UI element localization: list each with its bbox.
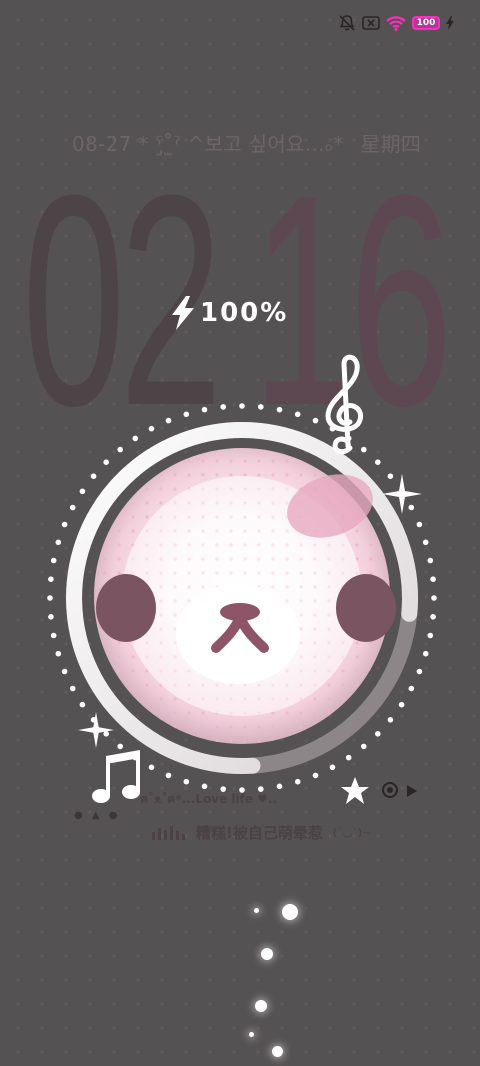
ring-dot (312, 772, 319, 779)
ring-dot (431, 595, 437, 601)
charging-bolt-icon (172, 296, 194, 330)
sparkle-icon (382, 474, 422, 514)
treble-clef-icon (325, 354, 364, 455)
ring-dot (47, 595, 53, 601)
battery-icon: 100 (412, 16, 440, 30)
mute-bell-icon (339, 15, 355, 31)
song-line: 糟糕!被自己萌晕惹 (´◡`)~ (152, 822, 371, 843)
ring-dot (183, 778, 190, 785)
play-icon[interactable] (406, 784, 418, 798)
ring-dot (312, 417, 319, 424)
date-line: 08-27 * ˁ̡˚̫ˀ ^보고 싶어요...ₒ* 星期四 (72, 128, 421, 157)
bubble (249, 1032, 254, 1037)
bubble (255, 1000, 267, 1012)
bubble (254, 908, 259, 913)
ring-dot (427, 632, 434, 639)
battery-level: 100 (416, 18, 436, 28)
ring-dot (294, 411, 301, 418)
ring-dot (79, 488, 86, 495)
weekday-text: 星期四 (360, 132, 422, 156)
decor-text: * ˁ̡˚̫ˀ ^보고 싶어요...ₒ* (138, 132, 344, 156)
ring-dot (132, 435, 139, 442)
ring-dot (117, 446, 123, 453)
ring-dot (430, 614, 436, 620)
ring-dot (201, 783, 208, 790)
song-artist: (´◡`)~ (332, 826, 372, 839)
ring-dot (61, 668, 68, 675)
bubble (282, 904, 298, 920)
ring-dot (416, 668, 423, 675)
ring-dot (165, 772, 172, 779)
ring-dot (398, 701, 405, 708)
ring-dot (55, 650, 62, 657)
bear-face-icon (94, 448, 396, 744)
bubble (261, 948, 273, 960)
ring-dot (48, 576, 54, 582)
ring-dot (276, 406, 283, 413)
charge-indicator: 100% (172, 296, 288, 330)
ring-dot (276, 783, 283, 790)
ring-dot (148, 425, 155, 432)
bubble (272, 1046, 283, 1057)
date-text: 08-27 (72, 132, 132, 156)
wifi-icon (386, 16, 406, 31)
target-icon[interactable] (380, 780, 400, 800)
ring-dot (220, 404, 226, 410)
ring-dot (103, 459, 109, 465)
ring-dot (430, 576, 436, 582)
ring-dot (50, 557, 57, 564)
ring-dot (416, 521, 423, 528)
charge-percent: 100% (200, 298, 289, 328)
status-bar: 100 (338, 12, 454, 34)
sparkle-icon (78, 712, 114, 748)
ring-dot (61, 521, 68, 528)
lyric-line: ฅ˚ᴥ˚ฅ*...Love life ♥.. (140, 792, 278, 806)
ring-dot (329, 764, 336, 771)
ring-dot (422, 650, 429, 657)
ring-dot (79, 701, 86, 708)
sim-off-icon (362, 16, 380, 30)
ring-dot (258, 404, 264, 410)
ring-dot (148, 764, 155, 771)
ring-dot (375, 731, 381, 737)
widget-dots: ● ▲ ● (74, 810, 121, 821)
equalizer-icon (152, 825, 185, 840)
ring-dot (69, 685, 76, 692)
ring-dot (408, 685, 415, 692)
ring-dot (361, 743, 367, 750)
ring-dot (422, 539, 429, 546)
ring-dot (239, 403, 245, 409)
ring-dot (183, 411, 190, 418)
ring-dot (201, 406, 208, 413)
ring-dot (165, 417, 172, 424)
ring-dot (90, 473, 97, 479)
ring-dot (69, 504, 76, 511)
song-title[interactable]: 糟糕!被自己萌晕惹 (196, 822, 323, 843)
ring-dot (55, 539, 62, 546)
ring-dot (427, 557, 434, 564)
ring-dot (294, 778, 301, 785)
ring-dot (375, 459, 381, 465)
ring-dot (387, 717, 394, 723)
ring-dot (345, 754, 352, 761)
ring-dot (50, 632, 57, 639)
charging-bolt-icon (446, 16, 454, 30)
ring-dot (48, 614, 54, 620)
star-icon (341, 777, 369, 804)
